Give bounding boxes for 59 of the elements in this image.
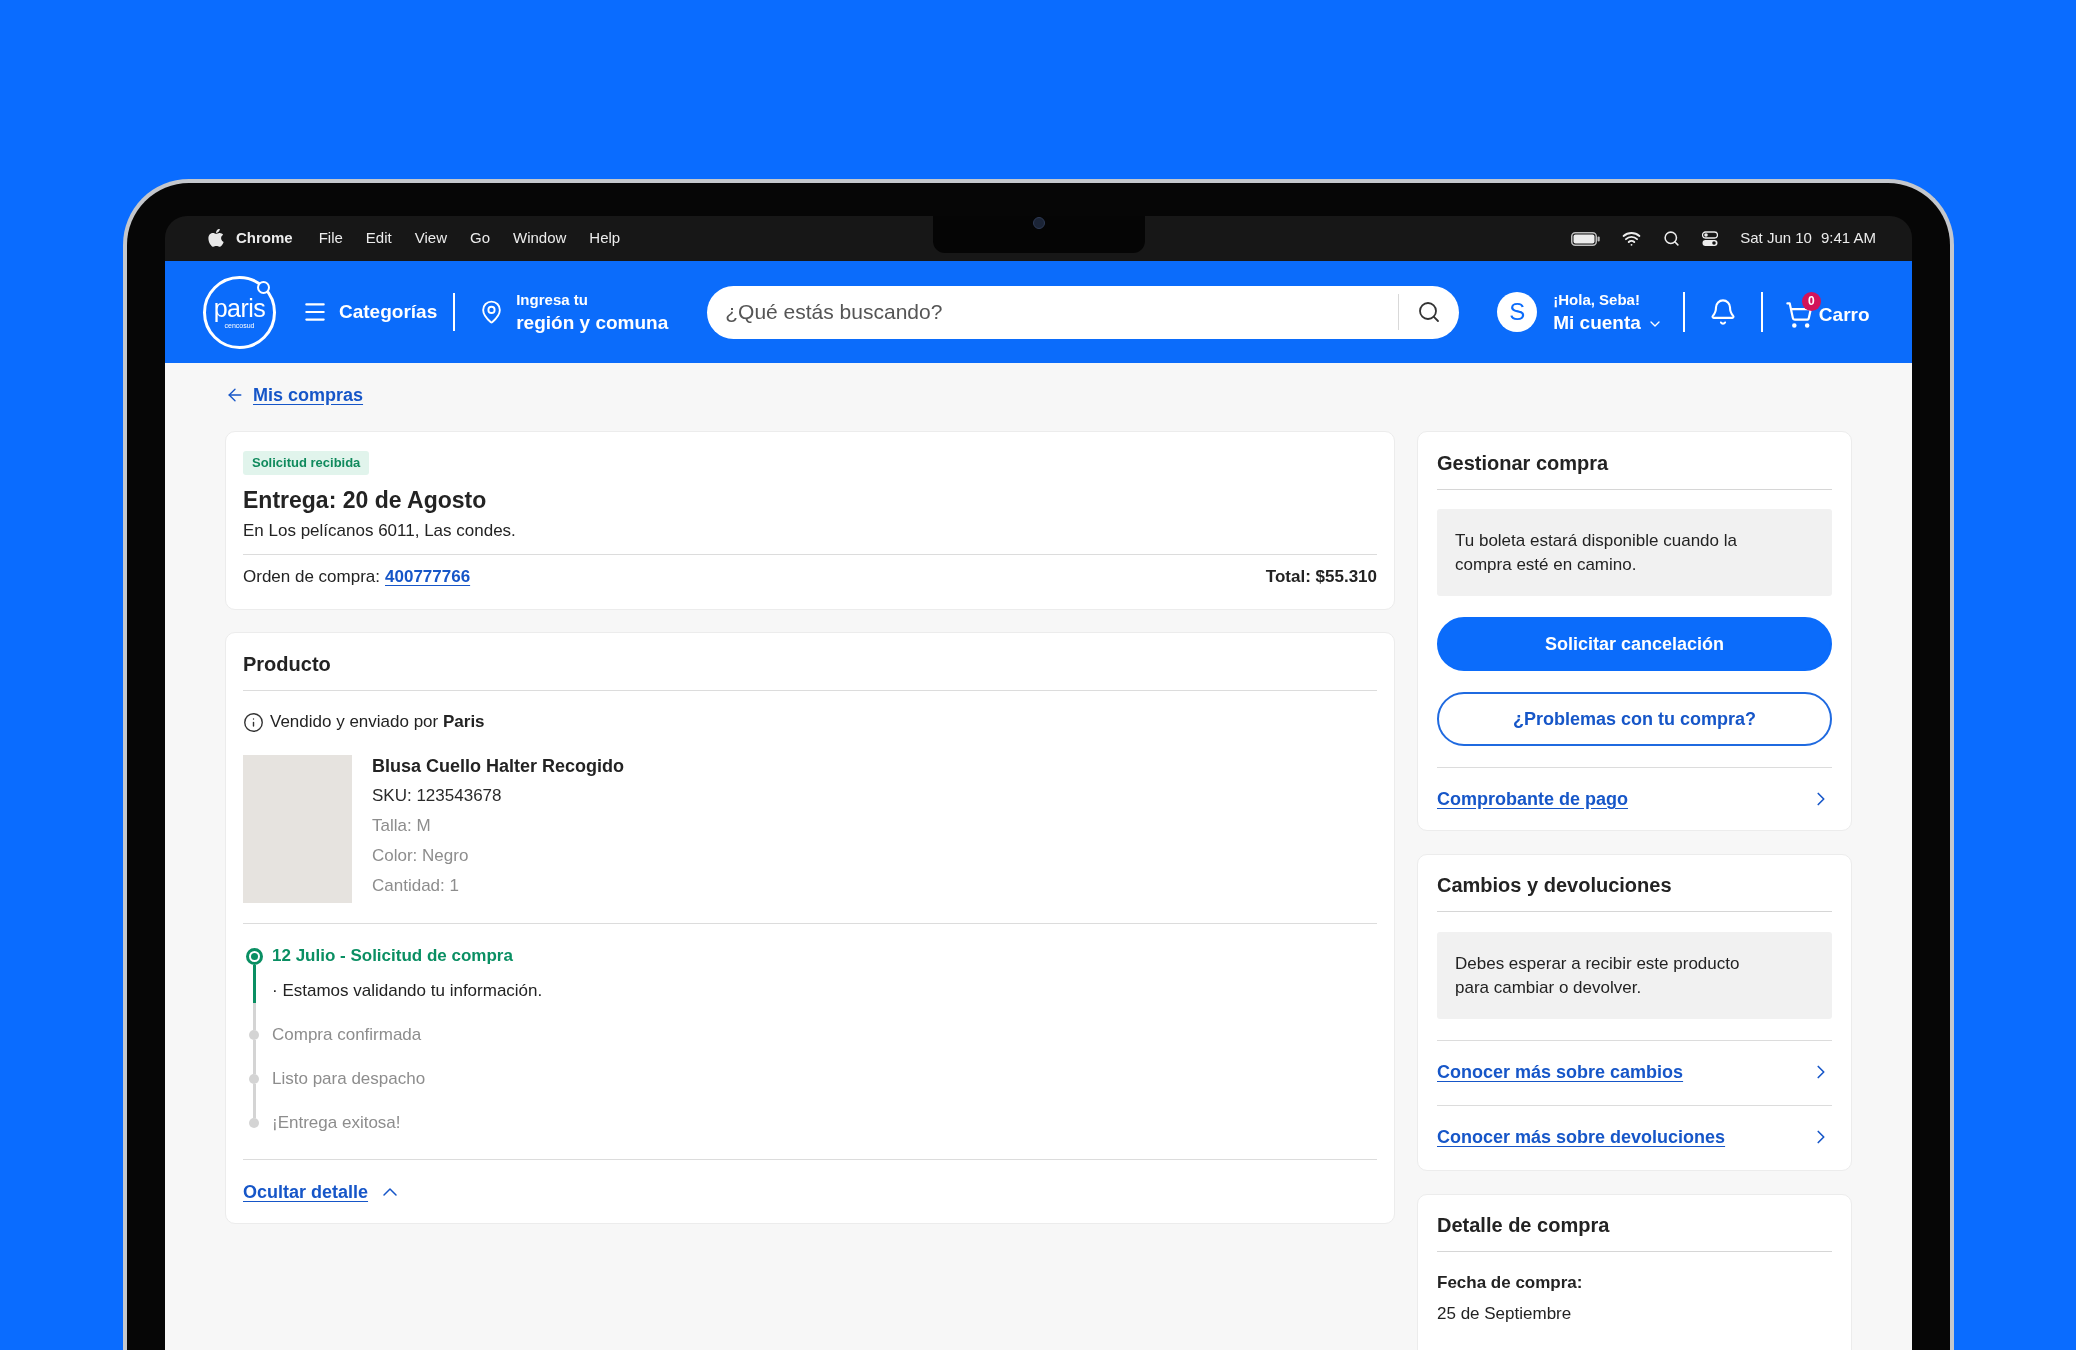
- menu-date[interactable]: Sat Jun 10: [1740, 227, 1812, 250]
- account-menu[interactable]: S ¡Hola, Seba! Mi cuenta: [1497, 289, 1663, 335]
- wifi-icon[interactable]: [1622, 229, 1642, 248]
- menu-app-name[interactable]: Chrome: [236, 227, 293, 250]
- search-icon[interactable]: [1417, 300, 1442, 324]
- battery-icon[interactable]: [1571, 231, 1601, 246]
- delivery-title: Entrega: 20 de Agosto: [243, 486, 488, 514]
- categories-button[interactable]: Categorías: [302, 297, 438, 327]
- control-center-icon[interactable]: [1702, 230, 1719, 247]
- search-icon[interactable]: [1663, 230, 1681, 247]
- order-label: Orden de compra:: [243, 566, 380, 589]
- menu-item[interactable]: View: [414, 227, 447, 250]
- step-title: Compra confirmada: [272, 1024, 422, 1046]
- section-title: Cambios y devoluciones: [1437, 873, 1673, 898]
- field-label: Fecha de compra:: [1437, 1272, 1584, 1294]
- help-button[interactable]: ¿Problemas con tu compra?: [1437, 692, 1832, 746]
- menu-item[interactable]: Go: [469, 227, 490, 250]
- avatar: S: [1497, 292, 1538, 332]
- delivery-address: En Los pelícanos 6011, Las condes.: [243, 520, 517, 542]
- step-title: ¡Entrega exitosa!: [272, 1112, 401, 1134]
- product-detail: Cantidad: 1: [372, 875, 460, 897]
- camera-icon: [1032, 217, 1045, 229]
- menu-item[interactable]: File: [318, 227, 343, 250]
- notice-text: Tu boleta estará disponible cuando la compra esté en camino.: [1455, 529, 1738, 576]
- notifications-bell-icon[interactable]: [1708, 297, 1737, 327]
- logo-text: paris: [213, 294, 266, 321]
- menu-item[interactable]: Edit: [365, 227, 392, 250]
- status-badge: Solicitud recibida: [243, 451, 370, 475]
- menu-item[interactable]: Window: [513, 227, 567, 250]
- section-title: Detalle de compra: [1437, 1213, 1611, 1238]
- product-detail: Talla: M: [372, 815, 432, 837]
- product-detail: SKU: 123543678: [372, 785, 503, 807]
- step-title: Listo para despacho: [272, 1068, 426, 1090]
- info-icon: [243, 711, 264, 733]
- section-title: Producto: [243, 652, 332, 677]
- menu-item[interactable]: Help: [589, 227, 621, 250]
- cart-count-badge: 0: [1801, 292, 1821, 311]
- order-total: Total: $55.310: [1265, 566, 1377, 589]
- menu-time[interactable]: 9:41 AM: [1820, 227, 1876, 250]
- info-link[interactable]: Conocer más sobre devoluciones: [1437, 1125, 1726, 1149]
- search-input[interactable]: ¿Qué estás buscando?: [725, 297, 1381, 327]
- location-button[interactable]: Ingresa tu región y comuna: [479, 289, 669, 335]
- product-name: Blusa Cuello Halter Recogido: [372, 755, 625, 778]
- seller-text: Vendido y enviado por Paris: [270, 711, 485, 734]
- notice-text: Debes esperar a recibir este producto para cambiar o devolver.: [1455, 952, 1741, 999]
- info-link[interactable]: Conocer más sobre cambios: [1437, 1060, 1684, 1084]
- apple-logo-icon[interactable]: [208, 229, 224, 248]
- order-number-link[interactable]: 400777766: [385, 564, 471, 590]
- step-note: · Estamos validando tu información.: [272, 980, 543, 1002]
- step-title: 12 Julio - Solicitud de compra: [272, 945, 514, 967]
- search-field[interactable]: ¿Qué estás buscando?: [707, 285, 1460, 339]
- info-link[interactable]: Comprobante de pago: [1437, 787, 1628, 811]
- section-title: Gestionar compra: [1437, 451, 1610, 476]
- product-detail: Color: Negro: [372, 845, 470, 867]
- field-value: 25 de Septiembre: [1437, 1303, 1573, 1325]
- toggle-detail-link[interactable]: Ocultar detalle: [243, 1180, 403, 1204]
- back-link[interactable]: Mis compras: [225, 383, 364, 407]
- cancel-request-button[interactable]: Solicitar cancelación: [1437, 617, 1832, 671]
- cart-button[interactable]: 0 Carro: [1784, 288, 1870, 336]
